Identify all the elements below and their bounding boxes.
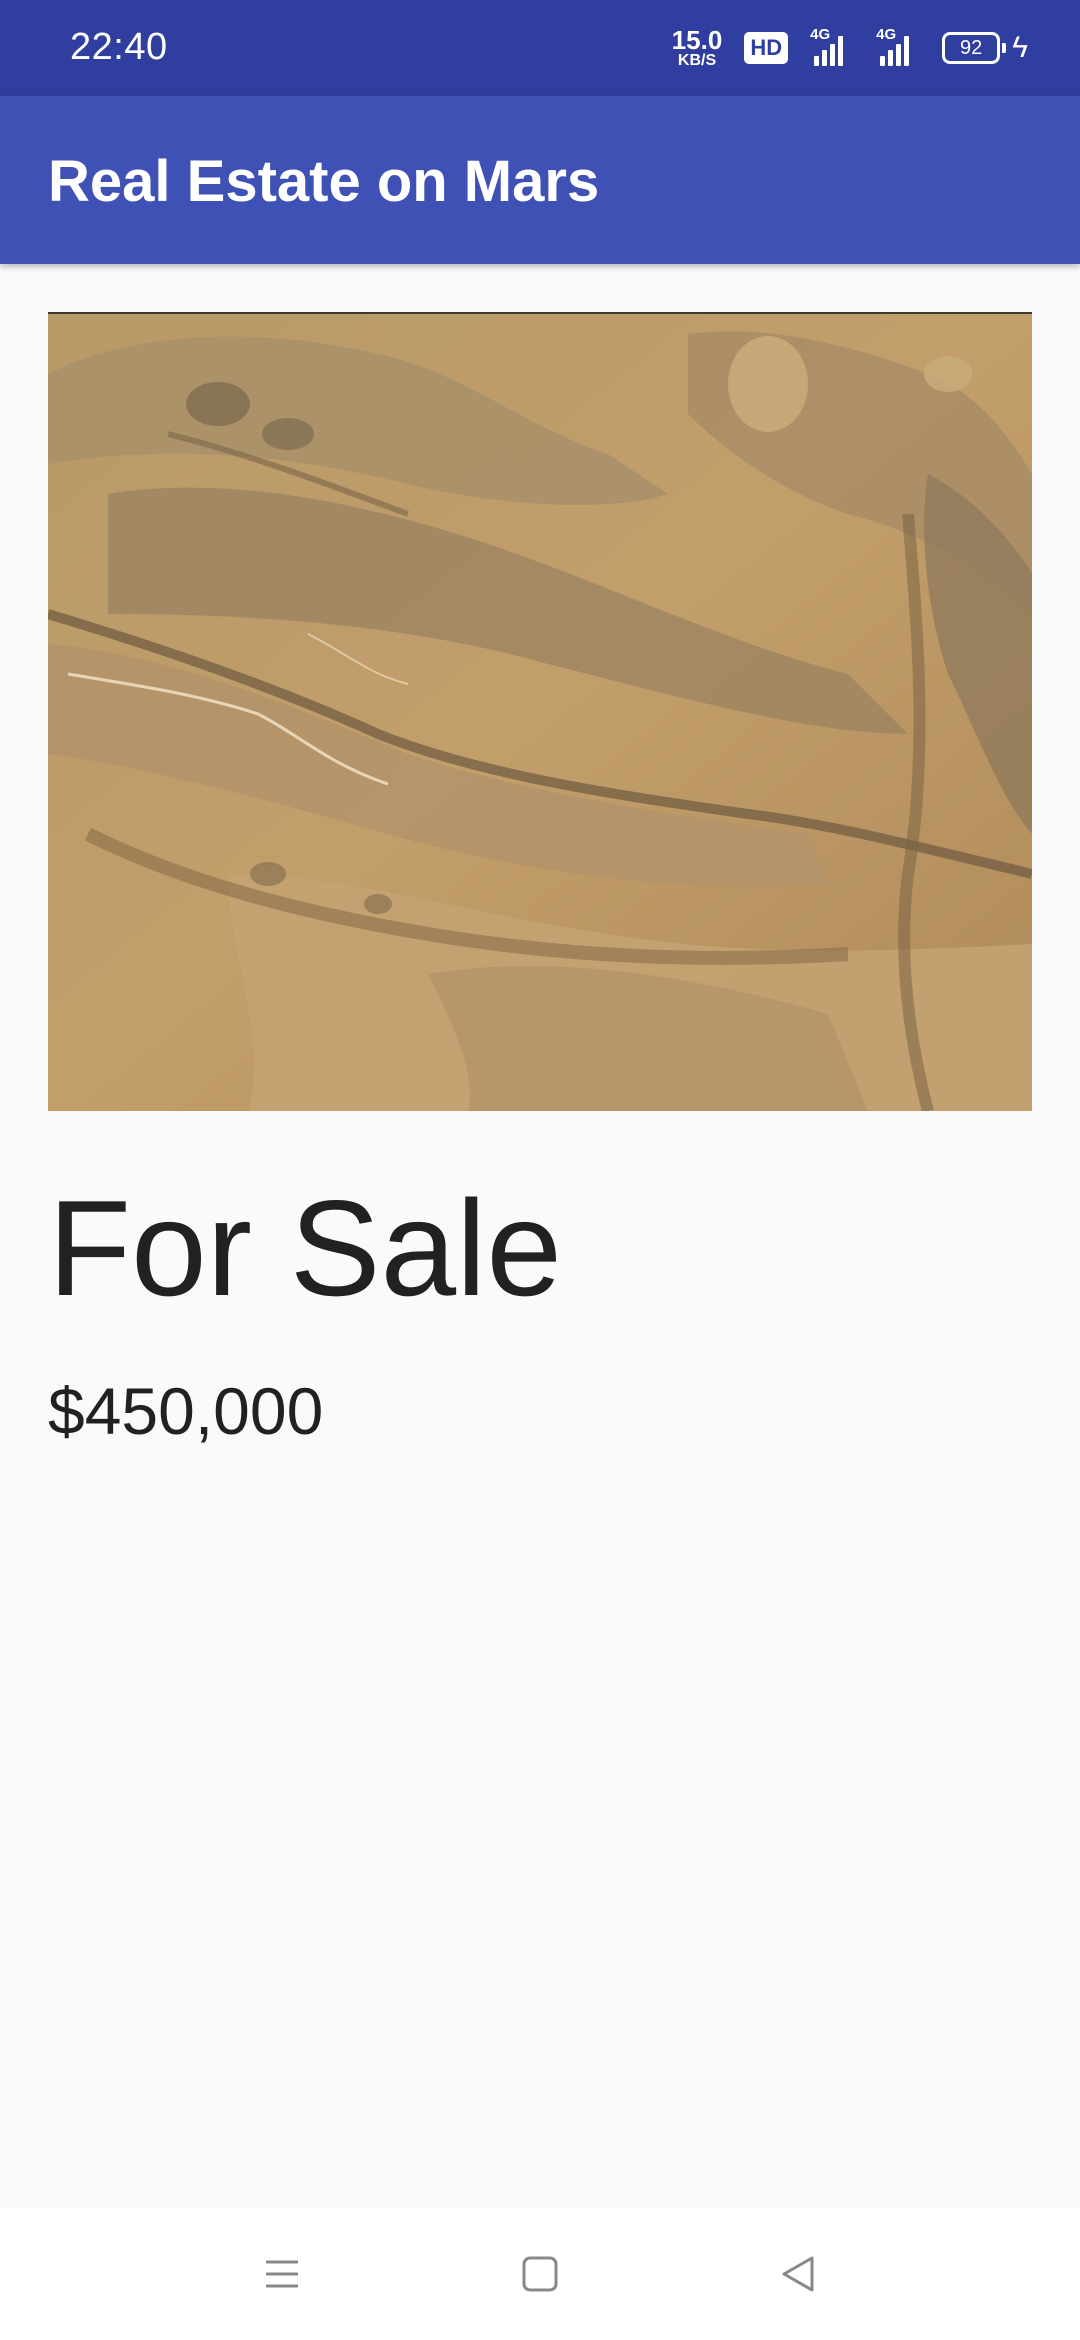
property-photo[interactable] — [48, 312, 1032, 1111]
signal-type: 4G — [810, 26, 831, 43]
back-icon[interactable] — [768, 2244, 828, 2304]
signal-icon: 4G — [810, 26, 854, 66]
battery-icon: 92 ϟ — [942, 31, 1028, 65]
navigation-bar — [0, 2208, 1080, 2340]
network-speed-unit: KB/S — [677, 52, 717, 69]
listing-price: $450,000 — [48, 1374, 324, 1448]
hd-icon: HD — [744, 32, 789, 64]
signal-type-2: 4G — [876, 26, 897, 43]
app-title: Real Estate on Mars — [48, 149, 600, 214]
home-icon[interactable] — [510, 2244, 570, 2304]
status-icons: 15.0 KB/S HD 4G 4G 92 ϟ — [672, 22, 1028, 74]
charging-icon: ϟ — [1012, 31, 1028, 64]
menu-icon[interactable] — [252, 2244, 312, 2304]
signal-icon-2: 4G — [876, 26, 920, 66]
network-speed: 15.0 KB/S — [672, 27, 723, 69]
status-bar: 22:40 15.0 KB/S HD 4G 4G 92 ϟ — [0, 0, 1080, 96]
status-time: 22:40 — [70, 26, 168, 68]
listing-type: For Sale — [48, 1172, 562, 1324]
battery-level: 92 — [959, 36, 983, 59]
app-bar: Real Estate on Mars — [0, 96, 1080, 264]
mars-terrain-image — [48, 314, 1032, 1111]
network-speed-value: 15.0 — [671, 25, 723, 55]
